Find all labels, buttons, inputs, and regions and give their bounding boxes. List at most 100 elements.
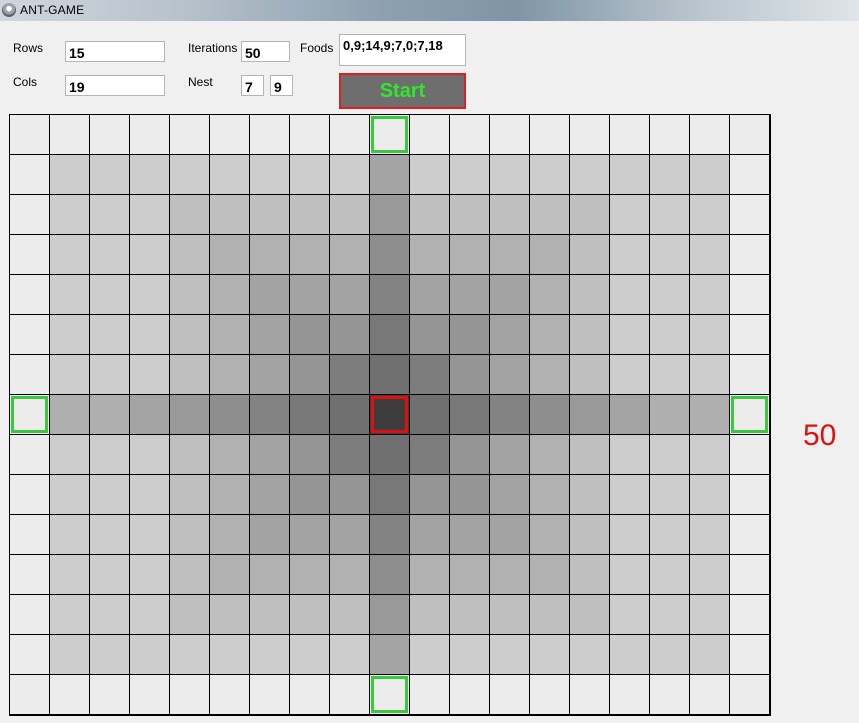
grid-cell: [330, 635, 370, 675]
grid-cell: [170, 275, 210, 315]
grid-cell: [250, 675, 290, 715]
grid-cell: [210, 155, 250, 195]
grid-cell: [450, 675, 490, 715]
grid-cell: [90, 355, 130, 395]
nest-cell: [370, 395, 410, 435]
grid-cell: [290, 315, 330, 355]
grid-cell: [250, 435, 290, 475]
grid-cell: [250, 195, 290, 235]
grid-cell: [410, 195, 450, 235]
grid-cell: [610, 555, 650, 595]
grid-cell: [450, 515, 490, 555]
grid-cell: [10, 155, 50, 195]
grid-cell: [690, 515, 730, 555]
rows-input[interactable]: [65, 41, 165, 62]
grid-cell: [210, 675, 250, 715]
nest-col-input[interactable]: [270, 75, 293, 96]
grid-cell: [530, 675, 570, 715]
grid-cell: [730, 195, 770, 235]
grid-cell: [450, 275, 490, 315]
grid-cell: [330, 555, 370, 595]
grid-cell: [570, 195, 610, 235]
grid-cell: [610, 315, 650, 355]
grid-cell: [370, 355, 410, 395]
grid-cell: [90, 555, 130, 595]
grid-cell: [10, 275, 50, 315]
grid-cell: [490, 115, 530, 155]
grid-cell: [530, 195, 570, 235]
foods-label: Foods: [300, 41, 334, 55]
grid-cell: [10, 195, 50, 235]
grid-cell: [530, 595, 570, 635]
grid-cell: [530, 435, 570, 475]
grid-cell: [570, 355, 610, 395]
grid-cell: [650, 635, 690, 675]
grid-cell: [130, 395, 170, 435]
grid-cell: [290, 635, 330, 675]
foods-input[interactable]: 0,9;14,9;7,0;7,18: [339, 34, 466, 66]
grid-cell: [650, 515, 690, 555]
nest-row-input[interactable]: [241, 75, 264, 96]
grid-cell: [170, 195, 210, 235]
grid-cell: [570, 435, 610, 475]
grid-cell: [450, 595, 490, 635]
grid-cell: [610, 155, 650, 195]
grid-cell: [610, 115, 650, 155]
grid-cell: [10, 635, 50, 675]
grid-cell: [610, 515, 650, 555]
start-button[interactable]: Start: [339, 73, 466, 109]
grid-cell: [330, 195, 370, 235]
grid-cell: [250, 155, 290, 195]
grid-cell: [210, 595, 250, 635]
grid-cell: [50, 675, 90, 715]
grid-cell: [570, 155, 610, 195]
grid-cell: [50, 235, 90, 275]
grid-cell: [490, 475, 530, 515]
grid-cell: [250, 515, 290, 555]
grid-cell: [530, 235, 570, 275]
grid-cell: [290, 195, 330, 235]
grid-cell: [410, 435, 450, 475]
grid-cell: [10, 515, 50, 555]
grid-cell: [170, 555, 210, 595]
grid-cell: [650, 595, 690, 635]
grid-cell: [290, 515, 330, 555]
grid-cell: [90, 435, 130, 475]
grid-cell: [490, 635, 530, 675]
grid-cell: [330, 595, 370, 635]
grid-cell: [290, 395, 330, 435]
grid-cell: [170, 155, 210, 195]
grid-cell: [90, 475, 130, 515]
grid-cell: [50, 275, 90, 315]
grid-cell: [250, 115, 290, 155]
grid-cell: [210, 475, 250, 515]
grid-cell: [570, 635, 610, 675]
grid-cell: [250, 595, 290, 635]
grid-cell: [330, 235, 370, 275]
grid-cell: [10, 355, 50, 395]
grid-cell: [10, 315, 50, 355]
grid-cell: [290, 115, 330, 155]
grid-cell: [730, 475, 770, 515]
grid-cell: [570, 595, 610, 635]
grid-cell: [730, 155, 770, 195]
grid-cell: [50, 555, 90, 595]
cols-input[interactable]: [65, 75, 165, 96]
grid-cell: [650, 195, 690, 235]
grid-cell: [490, 315, 530, 355]
grid-cell: [90, 235, 130, 275]
iterations-input[interactable]: [241, 41, 290, 62]
grid-cell: [730, 635, 770, 675]
grid-cell: [250, 635, 290, 675]
grid-cell: [690, 115, 730, 155]
grid-cell: [610, 635, 650, 675]
grid-cell: [530, 395, 570, 435]
food-cell: [370, 115, 410, 155]
grid-cell: [90, 395, 130, 435]
grid-cell: [410, 315, 450, 355]
grid-cell: [530, 275, 570, 315]
grid-cell: [130, 635, 170, 675]
grid-cell: [330, 475, 370, 515]
grid-cell: [690, 355, 730, 395]
grid-cell: [730, 315, 770, 355]
